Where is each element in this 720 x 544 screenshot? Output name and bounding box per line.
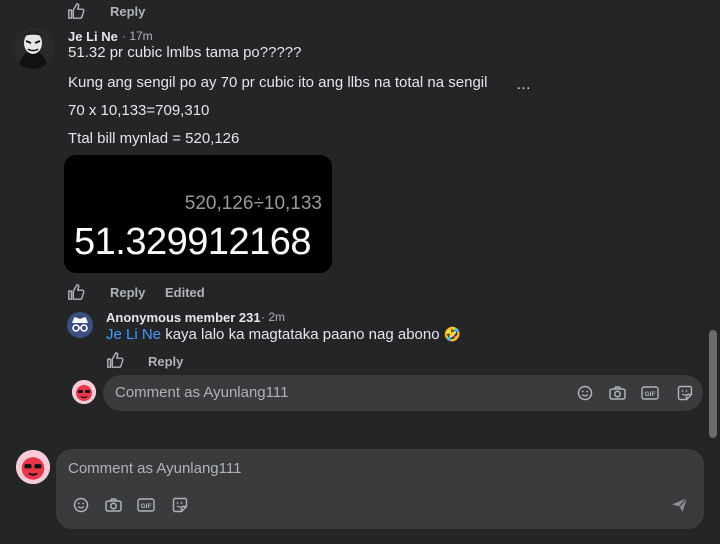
comment-author[interactable]: Je Li Ne <box>68 29 118 44</box>
sticker-icon <box>172 497 188 513</box>
sunglasses-emoji-avatar-icon <box>72 380 96 404</box>
comment-line-3: 70 x 10,133=709,310 <box>68 102 210 119</box>
scrollbar-thumb[interactable] <box>709 330 717 438</box>
thumbs-up-icon <box>68 284 85 300</box>
mention-link[interactable]: Je Li Ne <box>106 326 161 343</box>
rofl-emoji: 🤣 <box>443 326 462 342</box>
photo-button[interactable] <box>609 385 626 401</box>
like-button[interactable] <box>67 283 85 301</box>
like-button[interactable] <box>106 351 124 369</box>
svg-text:GIF: GIF <box>141 503 152 510</box>
reply-comment-input[interactable]: Comment as Ayunlang111 GIF <box>103 375 703 411</box>
main-comment-input[interactable]: Comment as Ayunlang111 GIF <box>56 449 704 529</box>
smiley-icon <box>577 385 593 401</box>
user-avatar[interactable] <box>72 380 96 404</box>
attached-image[interactable]: 520,126÷10,133 51.329912168 <box>64 155 332 273</box>
svg-text:GIF: GIF <box>645 391 656 398</box>
comment-line-4: Ttal bill mynlad = 520,126 <box>68 130 240 147</box>
smiley-icon <box>73 497 89 513</box>
send-button[interactable] <box>671 497 688 513</box>
reply-time[interactable]: · 2m <box>261 310 285 324</box>
sunglasses-emoji-avatar-icon <box>16 450 50 484</box>
comment-line-2: Kung ang sengil po ay 70 pr cubic ito an… <box>68 74 488 91</box>
avatar[interactable] <box>12 27 54 69</box>
sticker-button[interactable] <box>172 497 188 513</box>
see-more[interactable]: … <box>516 76 531 93</box>
calc-expression: 520,126÷10,133 <box>184 193 322 214</box>
anonymous-incognito-icon <box>67 312 93 338</box>
gif-icon: GIF <box>641 386 659 400</box>
reply-link[interactable]: Reply <box>110 285 145 300</box>
like-button[interactable] <box>67 2 85 20</box>
reply-avatar[interactable] <box>67 312 93 338</box>
emoji-button[interactable] <box>73 497 89 513</box>
mask-avatar-icon <box>12 27 54 69</box>
composer-placeholder: Comment as Ayunlang111 <box>68 460 242 477</box>
sticker-icon <box>677 385 693 401</box>
reply-link[interactable]: Reply <box>110 4 145 19</box>
camera-icon <box>105 498 122 512</box>
thumbs-up-icon <box>68 3 85 19</box>
reply-author[interactable]: Anonymous member 231 <box>106 310 261 325</box>
calc-result: 51.329912168 <box>74 221 312 263</box>
sticker-button[interactable] <box>677 385 693 401</box>
user-avatar[interactable] <box>16 450 50 484</box>
gif-button[interactable]: GIF <box>641 385 659 401</box>
send-icon <box>672 497 688 512</box>
comment-time[interactable]: · 17m <box>122 29 153 43</box>
gif-icon: GIF <box>137 498 155 512</box>
thumbs-up-icon <box>107 352 124 368</box>
comment-line-1: 51.32 pr cubic lmlbs tama po????? <box>68 44 302 61</box>
reply-body: Je Li Ne kaya lalo ka magtataka paano na… <box>106 326 461 343</box>
composer-placeholder: Comment as Ayunlang111 <box>115 384 289 401</box>
photo-button[interactable] <box>105 497 122 513</box>
reply-link[interactable]: Reply <box>148 354 183 369</box>
emoji-button[interactable] <box>577 385 593 401</box>
gif-button[interactable]: GIF <box>137 497 155 513</box>
edited-label: Edited <box>165 285 205 300</box>
camera-icon <box>609 386 626 400</box>
reply-text: kaya lalo ka magtataka paano nag abono <box>161 326 440 343</box>
